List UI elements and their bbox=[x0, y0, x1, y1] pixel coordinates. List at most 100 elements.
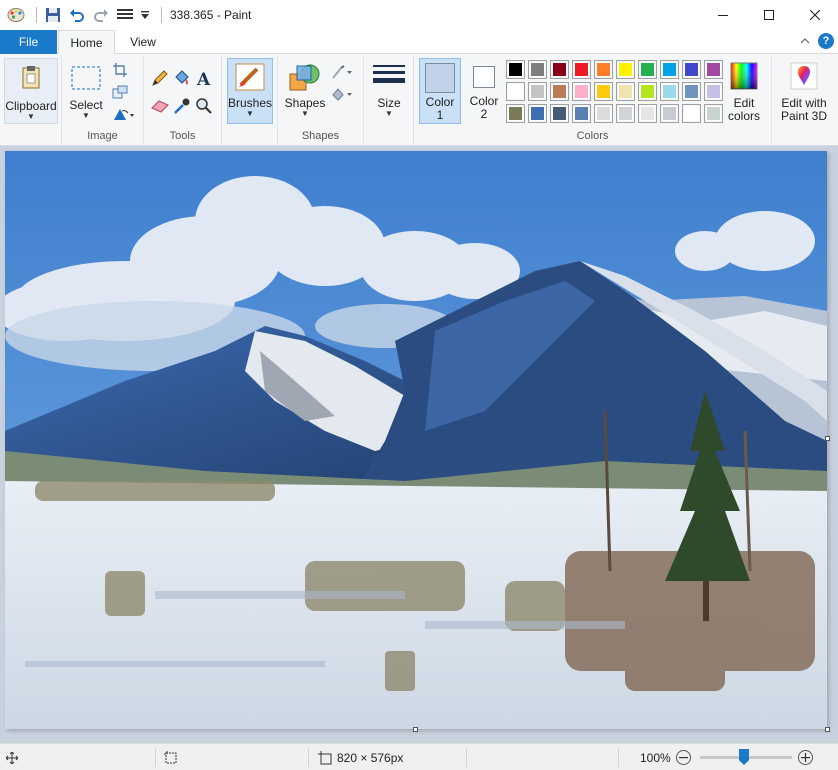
image-size-icon bbox=[318, 750, 332, 764]
select-rectangle-icon bbox=[71, 66, 101, 93]
pencil-icon[interactable] bbox=[150, 68, 170, 88]
resize-handle-right[interactable] bbox=[825, 436, 830, 441]
brushes-group: Brushes ▼ bbox=[222, 56, 278, 144]
fill-bucket-icon[interactable] bbox=[172, 68, 192, 88]
zoom-level: 100% bbox=[640, 750, 671, 765]
eraser-icon[interactable] bbox=[150, 96, 170, 116]
image-dimensions: 820 × 576px bbox=[337, 750, 404, 765]
palette-color-swatch[interactable] bbox=[550, 82, 569, 101]
palette-color-swatch[interactable] bbox=[506, 104, 525, 123]
chevron-up-icon bbox=[800, 38, 810, 44]
palette-color-swatch[interactable] bbox=[550, 60, 569, 79]
tab-home[interactable]: Home bbox=[58, 30, 115, 55]
color2-button[interactable]: Color 2 bbox=[464, 58, 504, 124]
close-button[interactable] bbox=[792, 0, 838, 30]
palette-color-swatch[interactable] bbox=[638, 104, 657, 123]
palette-color-swatch[interactable] bbox=[616, 60, 635, 79]
palette-color-swatch[interactable] bbox=[616, 104, 635, 123]
image-group-label: Image bbox=[87, 130, 118, 142]
svg-text:A: A bbox=[196, 70, 211, 87]
paint3d-group: Edit with Paint 3D bbox=[772, 56, 836, 144]
workspace[interactable] bbox=[0, 146, 838, 743]
palette-color-swatch[interactable] bbox=[528, 104, 547, 123]
save-icon[interactable] bbox=[43, 5, 63, 25]
palette-color-swatch[interactable] bbox=[682, 104, 701, 123]
maximize-button[interactable] bbox=[746, 0, 792, 30]
color2-swatch bbox=[473, 66, 495, 88]
palette-color-swatch[interactable] bbox=[682, 60, 701, 79]
palette-color-swatch[interactable] bbox=[638, 60, 657, 79]
menu-lines-icon[interactable] bbox=[115, 5, 135, 25]
toolbar-divider bbox=[36, 7, 37, 23]
resize-handle-corner[interactable] bbox=[825, 727, 830, 732]
resize-handle-bottom[interactable] bbox=[413, 727, 418, 732]
line-size-icon bbox=[373, 64, 405, 93]
cursor-position-icon bbox=[6, 751, 18, 764]
paint3d-icon bbox=[790, 62, 818, 93]
clipboard-button[interactable]: Clipboard ▼ bbox=[4, 58, 58, 124]
size-group: Size ▼ bbox=[364, 56, 414, 144]
palette-color-swatch[interactable] bbox=[528, 60, 547, 79]
palette-color-swatch[interactable] bbox=[616, 82, 635, 101]
tab-file[interactable]: File bbox=[0, 30, 57, 54]
shapes-button[interactable]: Shapes ▼ bbox=[282, 58, 328, 124]
palette-color-swatch[interactable] bbox=[660, 60, 679, 79]
palette-color-swatch[interactable] bbox=[638, 82, 657, 101]
undo-icon[interactable] bbox=[67, 5, 87, 25]
color-spectrum-icon bbox=[730, 62, 758, 93]
size-button[interactable]: Size ▼ bbox=[368, 58, 410, 124]
color-picker-icon[interactable] bbox=[172, 96, 192, 116]
brush-icon bbox=[235, 63, 265, 94]
palette-color-swatch[interactable] bbox=[682, 82, 701, 101]
chevron-down-icon: ▼ bbox=[82, 111, 90, 120]
edit-colors-label-2: colors bbox=[727, 109, 760, 123]
redo-icon[interactable] bbox=[91, 5, 111, 25]
zoom-in-button[interactable] bbox=[798, 750, 813, 765]
palette-color-swatch[interactable] bbox=[572, 104, 591, 123]
drawing-canvas[interactable] bbox=[5, 151, 827, 729]
selection-size bbox=[164, 744, 178, 770]
image-group: Select ▼ Image bbox=[62, 56, 144, 144]
rotate-icon[interactable] bbox=[110, 104, 138, 124]
palette-color-swatch[interactable] bbox=[594, 60, 613, 79]
tab-view[interactable]: View bbox=[118, 30, 168, 54]
edit-colors-button[interactable]: Edit colors bbox=[724, 58, 764, 124]
palette-color-swatch[interactable] bbox=[704, 104, 723, 123]
shape-fill-icon[interactable] bbox=[330, 84, 354, 104]
zoom-slider-thumb[interactable] bbox=[739, 749, 749, 765]
palette-color-swatch[interactable] bbox=[550, 104, 569, 123]
palette-color-swatch[interactable] bbox=[572, 82, 591, 101]
tools-group-label: Tools bbox=[169, 130, 196, 142]
text-icon[interactable]: A bbox=[194, 68, 214, 88]
zoom-out-button[interactable] bbox=[676, 750, 691, 765]
palette-color-swatch[interactable] bbox=[506, 60, 525, 79]
customize-toolbar-icon[interactable] bbox=[139, 5, 151, 25]
chevron-down-icon: ▼ bbox=[27, 112, 35, 121]
collapse-ribbon-button[interactable] bbox=[796, 32, 814, 50]
color1-button[interactable]: Color 1 bbox=[419, 58, 461, 124]
palette-color-swatch[interactable] bbox=[594, 82, 613, 101]
help-button[interactable]: ? bbox=[818, 33, 834, 49]
palette-color-swatch[interactable] bbox=[594, 104, 613, 123]
select-button[interactable]: Select ▼ bbox=[66, 60, 106, 122]
quick-access-toolbar: 338.365 - Paint bbox=[0, 0, 251, 30]
chevron-down-icon: ▼ bbox=[301, 109, 309, 118]
color1-swatch bbox=[425, 63, 455, 93]
magnifier-icon[interactable] bbox=[194, 96, 214, 116]
palette-color-swatch[interactable] bbox=[660, 104, 679, 123]
paint-app-icon[interactable] bbox=[6, 5, 26, 25]
palette-color-swatch[interactable] bbox=[704, 60, 723, 79]
paint3d-label-2: Paint 3D bbox=[780, 109, 828, 123]
ribbon-tabs: File Home View ? bbox=[0, 30, 838, 55]
palette-color-swatch[interactable] bbox=[528, 82, 547, 101]
resize-icon[interactable] bbox=[110, 82, 130, 102]
crop-icon[interactable] bbox=[110, 60, 130, 80]
minimize-button[interactable] bbox=[700, 0, 746, 30]
outline-icon[interactable] bbox=[330, 62, 354, 82]
palette-color-swatch[interactable] bbox=[704, 82, 723, 101]
palette-color-swatch[interactable] bbox=[506, 82, 525, 101]
edit-with-paint3d-button[interactable]: Edit with Paint 3D bbox=[776, 58, 832, 124]
palette-color-swatch[interactable] bbox=[572, 60, 591, 79]
brushes-button[interactable]: Brushes ▼ bbox=[227, 58, 273, 124]
palette-color-swatch[interactable] bbox=[660, 82, 679, 101]
